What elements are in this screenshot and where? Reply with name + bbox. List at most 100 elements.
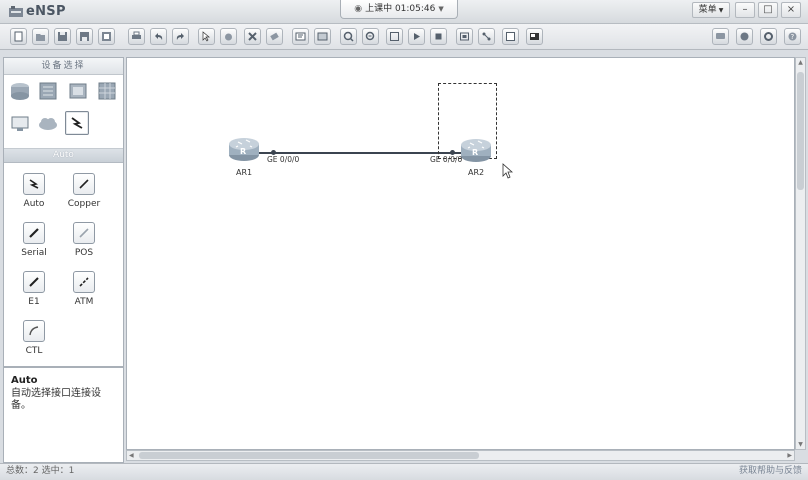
firewall-icon — [98, 82, 116, 100]
ensp-logo-icon — [9, 6, 23, 17]
description-title: Auto — [11, 375, 38, 386]
cursor-icon — [202, 31, 210, 42]
chat-button[interactable] — [712, 28, 729, 45]
toolbar: ? — [0, 24, 808, 50]
delete-all-button[interactable] — [266, 28, 283, 45]
scrollbar-thumb[interactable] — [139, 452, 479, 459]
maximize-button[interactable]: □ — [758, 2, 778, 18]
cable-serial[interactable]: Serial — [9, 222, 59, 258]
close-button[interactable]: × — [781, 2, 801, 18]
cable-grid: Auto Copper Serial POS E1 ATM CTL — [4, 163, 123, 377]
ctl-cable-icon — [23, 320, 45, 342]
gear-icon — [764, 32, 773, 41]
text-note-button[interactable] — [292, 28, 309, 45]
category-terminal[interactable] — [8, 112, 32, 136]
description-text: 自动选择接口连接设备。 — [11, 388, 101, 411]
app-title: eNSP — [26, 4, 66, 19]
pos-cable-icon — [73, 222, 95, 244]
minimize-icon: – — [742, 4, 748, 15]
category-wlan[interactable] — [66, 79, 90, 103]
maximize-icon: □ — [763, 4, 773, 15]
scroll-up-icon[interactable]: ▲ — [796, 59, 805, 66]
device-category-grid — [4, 75, 123, 149]
cable-copper[interactable]: Copper — [59, 173, 109, 209]
close-icon: × — [786, 4, 796, 15]
select-button[interactable] — [198, 28, 215, 45]
router-ar1-icon[interactable]: R — [227, 136, 261, 162]
horizontal-scrollbar[interactable]: ◀ ▶ — [126, 450, 795, 461]
scrollbar-thumb[interactable] — [797, 72, 804, 190]
chevron-down-icon: ▼ — [438, 5, 444, 13]
settings-button[interactable] — [760, 28, 777, 45]
forum-button[interactable] — [736, 28, 753, 45]
session-timer-label: 上课中 01:05:46 — [365, 4, 436, 14]
category-firewall[interactable] — [95, 79, 119, 103]
cable-auto[interactable]: Auto — [9, 173, 59, 209]
minimize-button[interactable]: – — [735, 2, 755, 18]
start-device-button[interactable] — [408, 28, 425, 45]
print-button[interactable] — [128, 28, 145, 45]
new-topology-button[interactable] — [10, 28, 27, 45]
topology-layout-button[interactable] — [478, 28, 495, 45]
port-label-ar1: GE 0/0/0 — [267, 155, 300, 164]
cable-label: ATM — [74, 297, 94, 307]
hand-icon — [225, 33, 232, 41]
undo-button[interactable] — [150, 28, 167, 45]
export-button[interactable] — [98, 28, 115, 45]
save-as-button[interactable] — [76, 28, 93, 45]
save-button[interactable] — [54, 28, 71, 45]
copper-cable-icon — [73, 173, 95, 195]
cable-label: Auto — [23, 199, 45, 209]
scroll-left-icon[interactable]: ◀ — [129, 451, 134, 460]
mouse-pointer-icon — [502, 163, 513, 179]
screenshot-button[interactable] — [526, 28, 543, 45]
cable-pos[interactable]: POS — [59, 222, 109, 258]
undo-icon — [155, 33, 163, 40]
scroll-right-icon[interactable]: ▶ — [787, 451, 792, 460]
help-button[interactable]: ? — [784, 28, 801, 45]
cable-label: CTL — [25, 346, 43, 356]
category-switch[interactable] — [36, 79, 60, 103]
auto-cable-icon — [23, 173, 45, 195]
device-panel-title: 设备选择 — [4, 58, 123, 75]
session-timer[interactable]: ◉ 上课中 01:05:46 ▼ — [340, 0, 458, 19]
lightning-cable-icon — [71, 117, 83, 129]
svg-text:R: R — [472, 148, 478, 157]
stop-device-button[interactable] — [430, 28, 447, 45]
screen-icon — [530, 33, 539, 40]
scroll-down-icon[interactable]: ▼ — [796, 441, 805, 448]
save-as-icon — [80, 32, 89, 41]
palette-icon — [317, 32, 328, 41]
cable-e1[interactable]: E1 — [9, 271, 59, 307]
capture-icon — [460, 32, 469, 41]
open-button[interactable] — [32, 28, 49, 45]
category-router[interactable] — [8, 79, 32, 103]
palette-button[interactable] — [314, 28, 331, 45]
help-icon: ? — [788, 32, 797, 41]
fit-view-button[interactable] — [386, 28, 403, 45]
title-bar: eNSP ◉ 上课中 01:05:46 ▼ 菜单 ▼ – □ × — [0, 0, 808, 24]
cable-atm[interactable]: ATM — [59, 271, 109, 307]
svg-text:?: ? — [791, 33, 795, 41]
redo-button[interactable] — [172, 28, 189, 45]
cable-ctl[interactable]: CTL — [9, 320, 59, 356]
delete-button[interactable] — [244, 28, 261, 45]
cable-label: E1 — [28, 297, 40, 307]
help-feedback-link[interactable]: 获取帮助与反馈 — [739, 464, 802, 479]
router-ar2-icon[interactable]: R — [459, 137, 493, 163]
zoom-in-button[interactable] — [340, 28, 357, 45]
capture-button[interactable] — [456, 28, 473, 45]
chevron-down-icon: ▼ — [718, 7, 724, 14]
copper-link-ar1-ar2[interactable] — [257, 152, 463, 154]
main-menu-button[interactable]: 菜单 ▼ — [692, 2, 730, 18]
snapshot-button[interactable] — [502, 28, 519, 45]
cloud-icon — [39, 118, 57, 130]
category-connection[interactable] — [65, 111, 89, 135]
eraser-icon — [270, 32, 279, 41]
pan-button[interactable] — [220, 28, 237, 45]
new-topology-icon — [14, 31, 23, 42]
vertical-scrollbar[interactable]: ▲ ▼ — [795, 57, 806, 450]
zoom-out-button[interactable] — [362, 28, 379, 45]
category-cloud[interactable] — [36, 112, 60, 136]
zoom-out-icon — [365, 31, 375, 41]
